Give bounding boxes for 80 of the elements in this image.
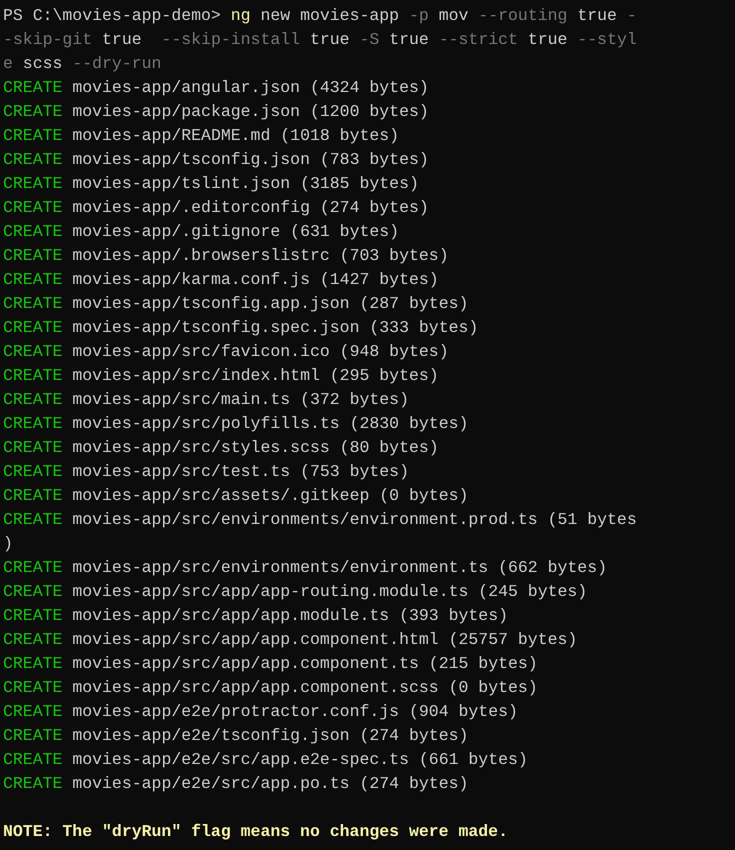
option-text: -S — [359, 29, 380, 51]
create-label: CREATE — [3, 317, 62, 339]
command-argument: true — [526, 29, 568, 51]
file-path-output: movies-app/.browserslistrc (703 bytes) — [72, 245, 449, 267]
file-path-output: movies-app/src/app/app.component.ts (215 bytes) — [72, 653, 538, 675]
create-label: CREATE — [3, 701, 62, 723]
file-path-output: movies-app/src/polyfills.ts (2830 bytes) — [72, 413, 468, 435]
file-path-output: movies-app/src/app/app.component.html (25757 bytes) — [72, 629, 578, 651]
create-label: CREATE — [3, 77, 62, 99]
create-label: CREATE — [3, 197, 62, 219]
file-path-output: movies-app/e2e/protractor.conf.js (904 bytes) — [72, 701, 518, 723]
file-path-output: movies-app/src/test.ts (753 bytes) — [72, 461, 409, 483]
create-label: CREATE — [3, 149, 62, 171]
output-text: ) — [3, 533, 13, 555]
file-path-output: movies-app/src/environments/environment.prod.ts (51 bytes — [72, 509, 637, 531]
file-path-output: movies-app/src/app/app-routing.module.ts (245 bytes) — [72, 581, 588, 603]
file-path-output: movies-app/src/assets/.gitkeep (0 bytes) — [72, 485, 468, 507]
option-text: -p — [409, 5, 429, 27]
option-text: -skip-git — [3, 29, 92, 51]
option-text: --strict — [438, 29, 518, 51]
command-argument: scss — [22, 53, 64, 75]
create-label: CREATE — [3, 365, 62, 387]
option-text: e — [3, 53, 13, 75]
command-name: ng — [230, 5, 251, 27]
create-label: CREATE — [3, 221, 62, 243]
command-argument: true — [101, 29, 143, 51]
command-argument: true — [388, 29, 430, 51]
file-path-output: movies-app/e2e/tsconfig.json (274 bytes) — [72, 725, 468, 747]
option-text: - — [626, 5, 637, 27]
file-path-output: movies-app/src/favicon.ico (948 bytes) — [72, 341, 449, 363]
file-path-output: movies-app/src/environments/environment.ts (662 bytes) — [72, 557, 608, 579]
create-label: CREATE — [3, 509, 62, 531]
file-path-output: movies-app/src/app/app.component.scss (0 bytes) — [72, 677, 538, 699]
file-path-output: movies-app/.editorconfig (274 bytes) — [72, 197, 429, 219]
create-label: CREATE — [3, 653, 62, 675]
file-path-output: movies-app/angular.json (4324 bytes) — [72, 77, 429, 99]
create-label: CREATE — [3, 461, 62, 483]
create-label: CREATE — [3, 725, 62, 747]
create-label: CREATE — [3, 677, 62, 699]
create-label: CREATE — [3, 245, 62, 267]
create-label: CREATE — [3, 293, 62, 315]
file-path-output: movies-app/tsconfig.spec.json (333 bytes) — [72, 317, 478, 339]
create-label: CREATE — [3, 101, 62, 123]
file-path-output: movies-app/tsconfig.app.json (287 bytes) — [72, 293, 468, 315]
command-argument: new movies-app — [259, 5, 400, 27]
shell-prompt: PS C:\movies-app-demo> — [3, 5, 222, 27]
create-label: CREATE — [3, 581, 62, 603]
file-path-output: movies-app/src/styles.scss (80 bytes) — [72, 437, 439, 459]
create-label: CREATE — [3, 389, 62, 411]
file-path-output: movies-app/e2e/src/app.e2e-spec.ts (661 bytes) — [72, 749, 528, 771]
create-label: CREATE — [3, 773, 62, 795]
file-path-output: movies-app/src/app/app.module.ts (393 bytes) — [72, 605, 508, 627]
create-label: CREATE — [3, 269, 62, 291]
file-path-output: movies-app/e2e/src/app.po.ts (274 bytes) — [72, 773, 468, 795]
option-text: --dry-run — [72, 53, 162, 75]
create-label: CREATE — [3, 557, 62, 579]
option-text: --routing — [478, 5, 568, 27]
create-label: CREATE — [3, 413, 62, 435]
create-label: CREATE — [3, 629, 62, 651]
create-label: CREATE — [3, 437, 62, 459]
file-path-output: movies-app/src/main.ts (372 bytes) — [72, 389, 409, 411]
file-path-output: movies-app/src/index.html (295 bytes) — [72, 365, 439, 387]
file-path-output: movies-app/package.json (1200 bytes) — [72, 101, 429, 123]
file-path-output: movies-app/README.md (1018 bytes) — [72, 125, 400, 147]
command-argument: true — [308, 29, 351, 51]
command-argument: true — [576, 5, 618, 27]
file-path-output: movies-app/tsconfig.json (783 bytes) — [72, 149, 429, 171]
file-path-output: movies-app/tslint.json (3185 bytes) — [72, 173, 419, 195]
file-path-output: movies-app/karma.conf.js (1427 bytes) — [72, 269, 439, 291]
option-text: --skip-install — [161, 29, 300, 51]
note-message: NOTE: The "dryRun" flag means no changes were made. — [3, 821, 508, 843]
create-label: CREATE — [3, 485, 62, 507]
command-argument: mov — [438, 5, 470, 27]
create-label: CREATE — [3, 605, 62, 627]
create-label: CREATE — [3, 173, 62, 195]
create-label: CREATE — [3, 341, 62, 363]
create-label: CREATE — [3, 125, 62, 147]
option-text: --styl — [577, 29, 637, 51]
file-path-output: movies-app/.gitignore (631 bytes) — [72, 221, 400, 243]
create-label: CREATE — [3, 749, 62, 771]
